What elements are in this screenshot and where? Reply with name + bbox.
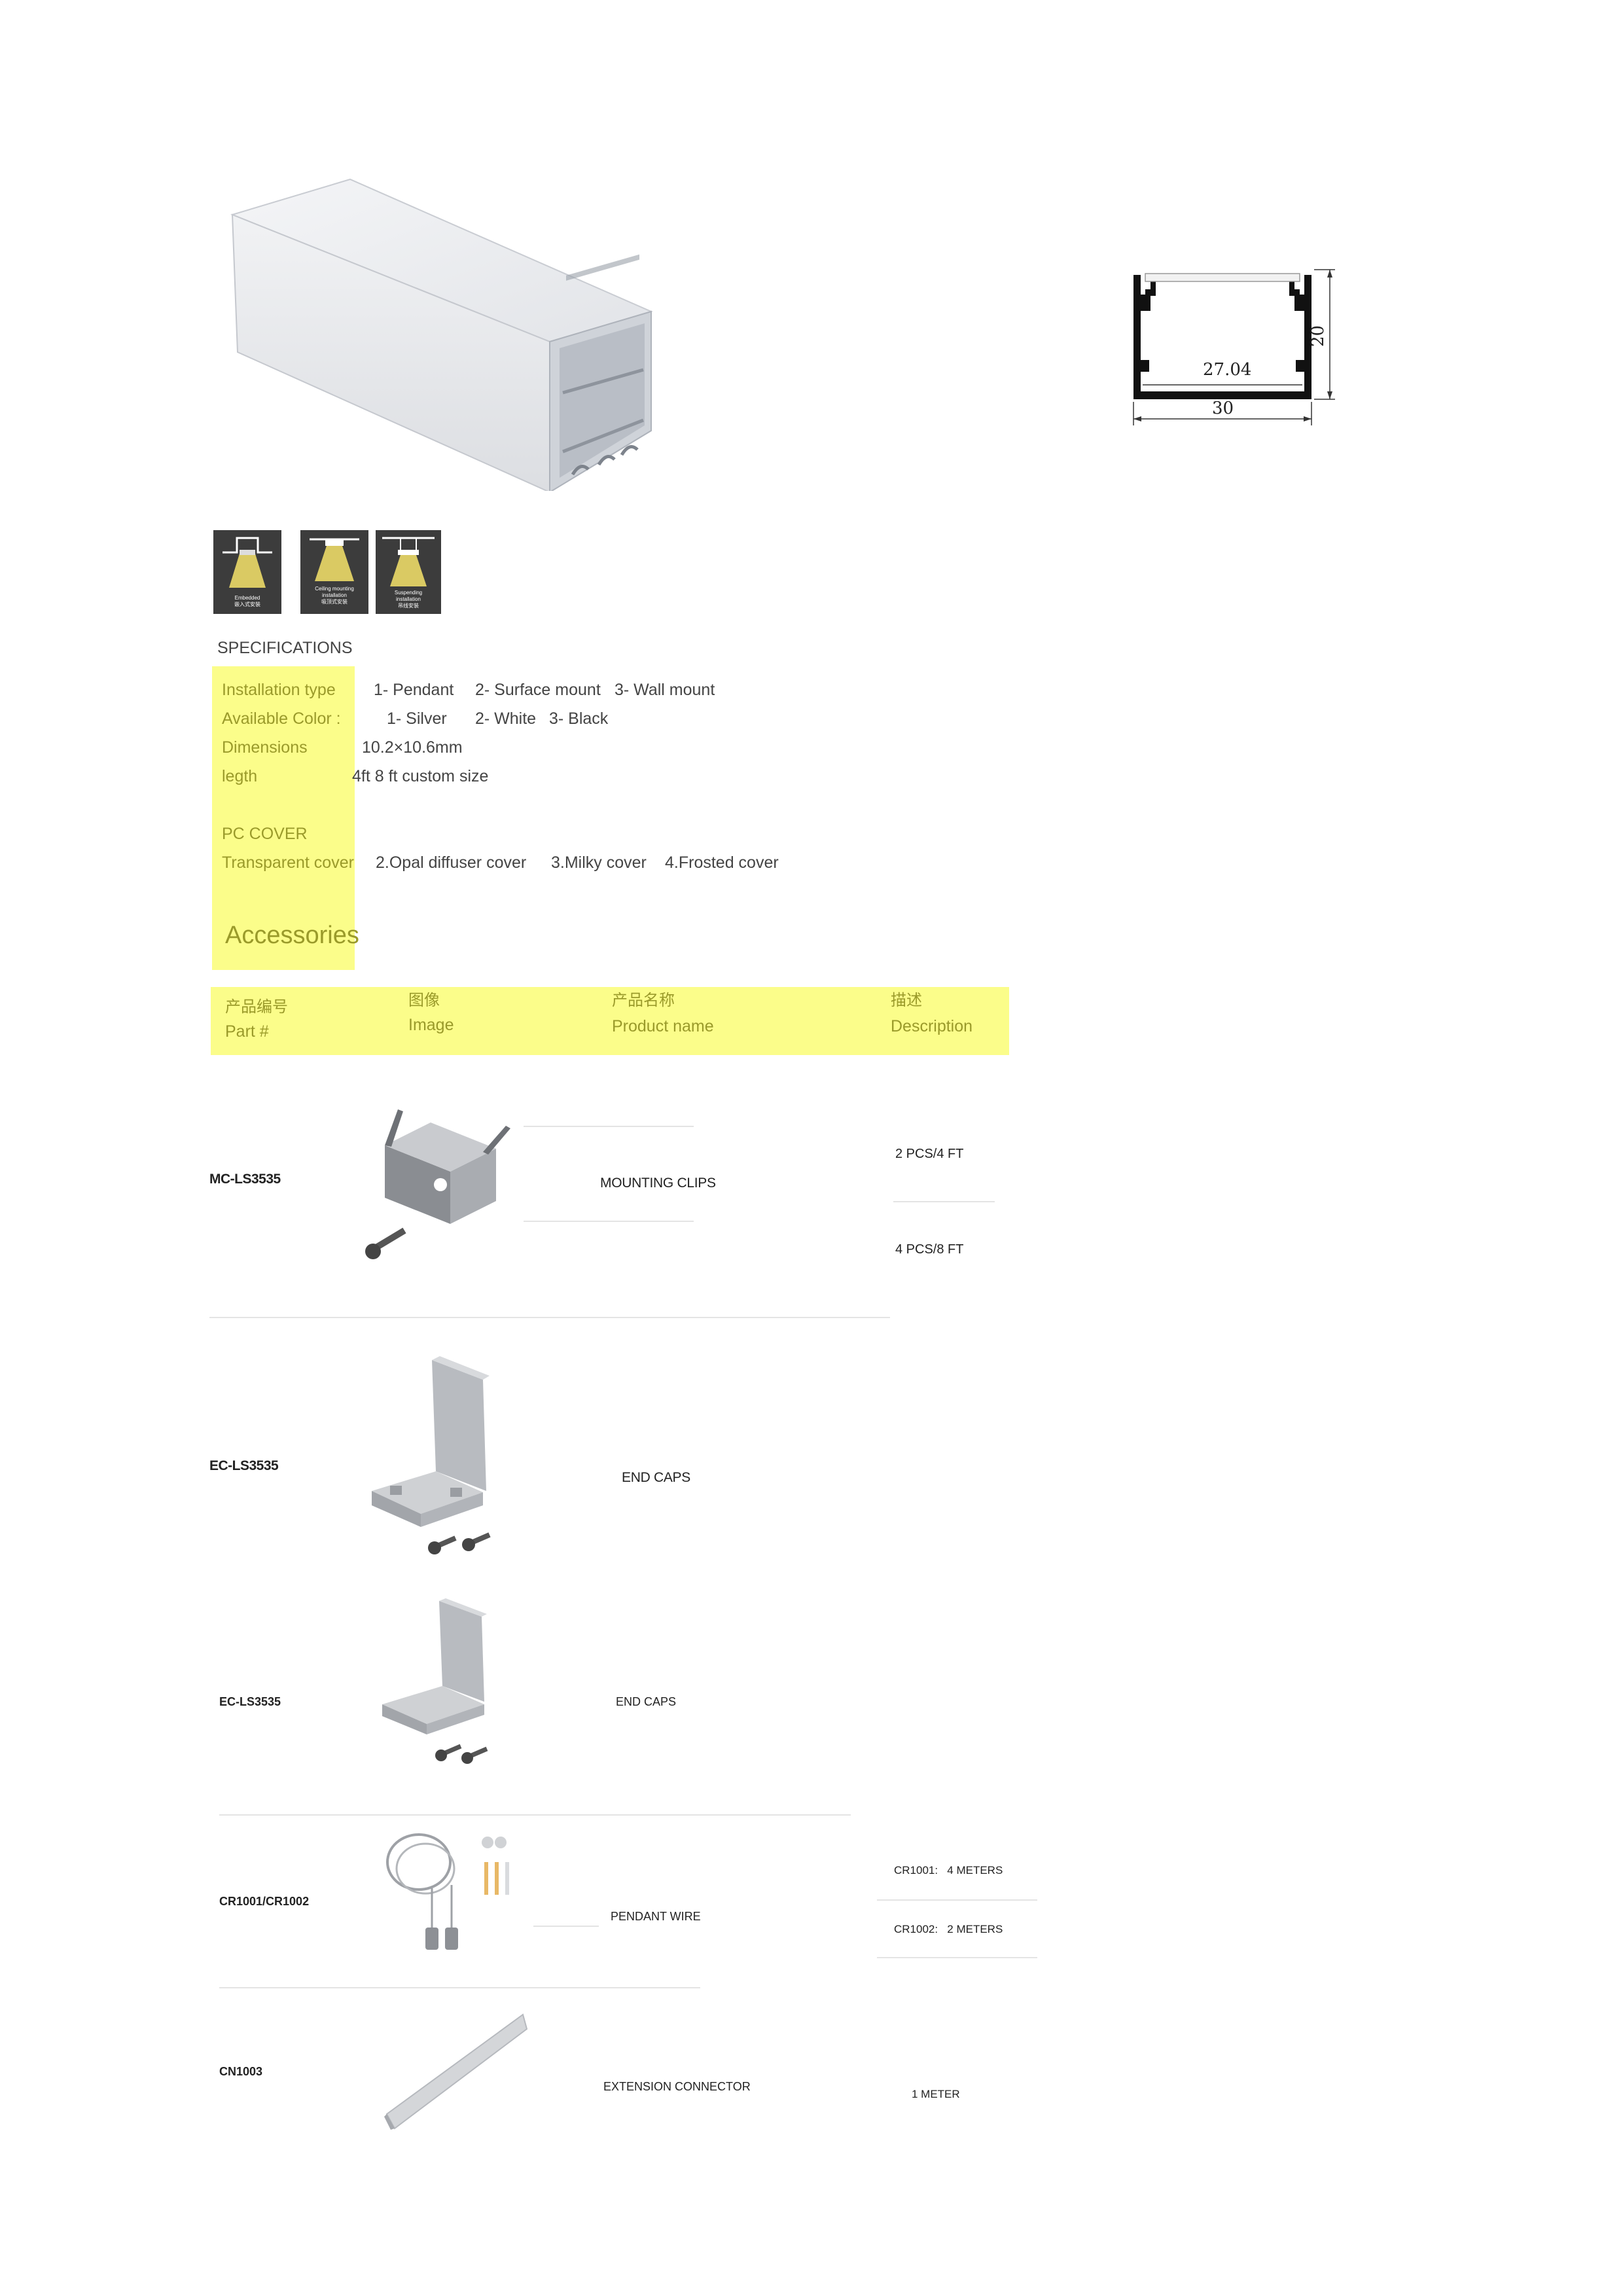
desc-2pcs-4ft: 2 PCS/4 FT: [895, 1147, 964, 1161]
cover-value-2: 2.Opal diffuser cover: [376, 853, 527, 872]
installation-value-2: 2- Surface mount: [475, 681, 601, 699]
desc-cr1002: CR1002: 2 METERS: [894, 1923, 1003, 1935]
product-name-mounting-clips: MOUNTING CLIPS: [600, 1175, 716, 1191]
part-number-cr1001-cr1002: CR1001/CR1002: [219, 1895, 310, 1908]
row4-desc-rule: [877, 1899, 1037, 1901]
svg-text:Suspending: Suspending: [395, 590, 422, 596]
table-header: [211, 987, 1009, 1055]
svg-text:Ceiling mounting: Ceiling mounting: [315, 586, 354, 592]
svg-text:installation: installation: [396, 596, 421, 602]
row4-bottom-rule: [219, 1987, 700, 1988]
accessories-title: Accessories: [225, 922, 359, 949]
header-name-cn: 产品名称: [612, 992, 675, 1009]
length-label: legth: [222, 767, 258, 785]
svg-text:installation: installation: [322, 592, 347, 598]
specifications-heading: SPECIFICATIONS: [217, 639, 353, 657]
embedded-installation-icon: Embedded 嵌入式安装: [213, 530, 281, 614]
dimensions-value: 10.2×10.6mm: [362, 738, 463, 757]
pc-cover-label: PC COVER: [222, 825, 308, 843]
color-value-3: 3- Black: [549, 709, 609, 728]
product-name-end-caps: END CAPS: [622, 1470, 690, 1485]
profile-dimension-drawing: 27.04 30 20: [1119, 262, 1342, 432]
row1-name-rule-top: [524, 1126, 694, 1127]
row1-desc-rule: [893, 1201, 995, 1202]
product-name-pendant-wire: PENDANT WIRE: [611, 1910, 701, 1923]
header-name-en: Product name: [612, 1017, 714, 1035]
part-number-ec-ls3535-2: EC-LS3535: [219, 1695, 281, 1708]
svg-text:嵌入式安装: 嵌入式安装: [234, 601, 260, 607]
header-part-cn: 产品编号: [225, 998, 288, 1016]
color-value-2: 2- White: [475, 709, 537, 728]
row4-desc-rule-2: [877, 1957, 1037, 1958]
extension-connector-image: [383, 2009, 530, 2134]
header-image-cn: 图像: [408, 992, 440, 1009]
desc-4pcs-8ft: 4 PCS/8 FT: [895, 1242, 964, 1257]
suspending-installation-icon: Suspending installation 吊线安装: [376, 530, 441, 614]
header-desc-en: Description: [891, 1017, 973, 1035]
color-value-1: 1- Silver: [387, 709, 447, 728]
desc-1-meter: 1 METER: [912, 2088, 960, 2100]
installation-value-1: 1- Pendant: [374, 681, 454, 699]
pendant-wire-image: [380, 1823, 524, 1964]
outer-width-label: 30: [1212, 399, 1234, 418]
product-name-end-caps-2: END CAPS: [616, 1695, 677, 1708]
row3-bottom-rule: [219, 1814, 851, 1816]
svg-text:Embedded: Embedded: [235, 595, 260, 601]
row4-name-rule: [533, 1926, 599, 1927]
row1-bottom-rule: [209, 1317, 890, 1318]
end-caps-image-2: [370, 1597, 527, 1774]
available-color-label: Available Color :: [222, 709, 341, 728]
cover-value-3: 3.Milky cover: [551, 853, 647, 872]
part-number-mc-ls3535: MC-LS3535: [209, 1172, 281, 1187]
header-part-en: Part #: [225, 1022, 269, 1041]
desc-cr1001: CR1001: 4 METERS: [894, 1864, 1003, 1876]
part-number-ec-ls3535: EC-LS3535: [209, 1458, 279, 1473]
dimensions-label: Dimensions: [222, 738, 308, 757]
end-caps-image: [359, 1354, 535, 1570]
part-number-cn1003: CN1003: [219, 2065, 263, 2078]
height-label: 20: [1308, 325, 1328, 347]
transparent-cover-label: Transparent cover: [222, 853, 354, 872]
mounting-clips-image: [359, 1100, 516, 1289]
product-name-extension-connector: EXTENSION CONNECTOR: [603, 2080, 751, 2093]
length-value: 4ft 8 ft custom size: [352, 767, 489, 785]
svg-text:吸顶式安装: 吸顶式安装: [321, 598, 348, 605]
cover-value-4: 4.Frosted cover: [665, 853, 779, 872]
installation-value-3: 3- Wall mount: [615, 681, 715, 699]
header-image-en: Image: [408, 1016, 454, 1034]
row1-name-rule-bottom: [524, 1221, 694, 1222]
installation-type-label: Installation type: [222, 681, 336, 699]
ceiling-mounting-installation-icon: Ceiling mounting installation 吸顶式安装: [300, 530, 368, 614]
svg-text:吊线安装: 吊线安装: [398, 602, 419, 609]
header-desc-cn: 描述: [891, 992, 922, 1009]
inner-width-label: 27.04: [1203, 360, 1251, 380]
product-image: [226, 177, 671, 491]
